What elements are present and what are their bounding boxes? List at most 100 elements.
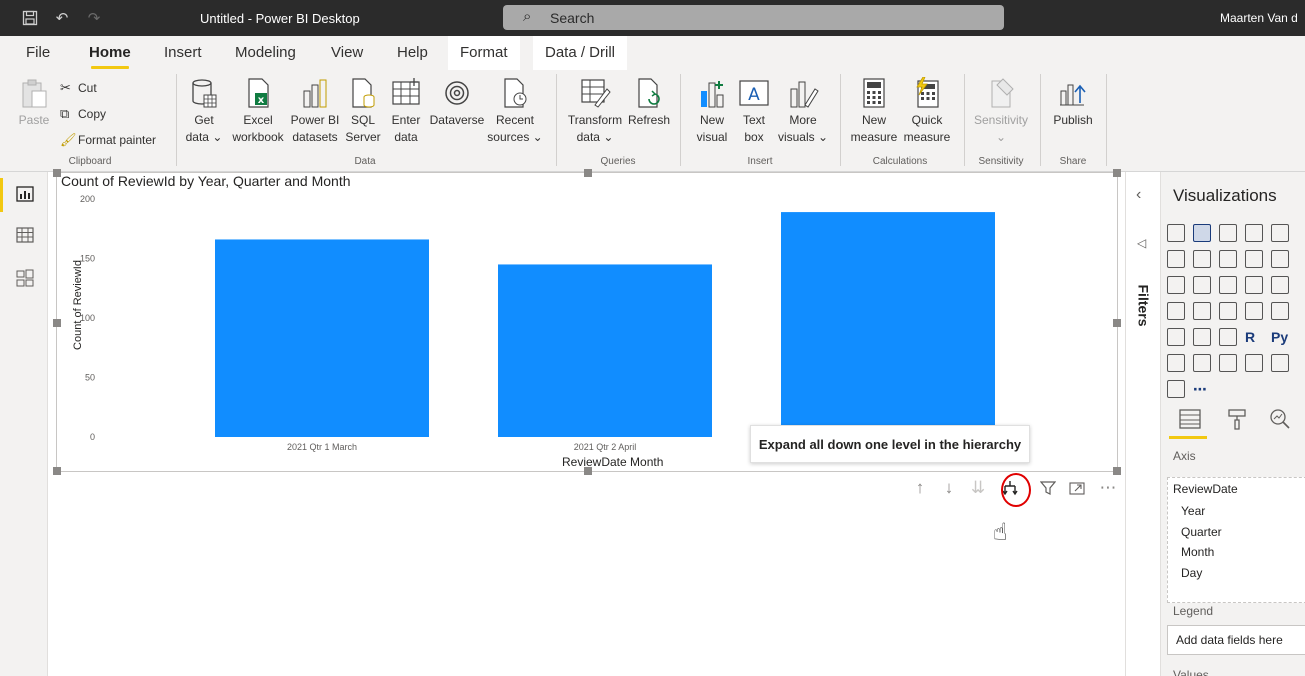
fields-tab-icon[interactable] <box>1179 408 1201 436</box>
search-box[interactable]: ⌕ Search <box>503 5 1004 30</box>
search-placeholder: Search <box>550 10 595 26</box>
dataverse-button[interactable]: Dataverse <box>428 76 486 129</box>
scatter-icon[interactable] <box>1219 276 1237 294</box>
area-chart-icon[interactable] <box>1193 250 1211 268</box>
stacked-bar-icon[interactable] <box>1167 224 1185 242</box>
drill-up-icon[interactable]: ↑ <box>909 477 931 499</box>
kpi-icon[interactable] <box>1167 328 1185 346</box>
visualizations-title: Visualizations <box>1173 186 1277 205</box>
undo-icon[interactable]: ↶ <box>52 8 72 28</box>
more-visuals-button[interactable]: More visuals ⌄ <box>776 76 830 146</box>
more-options-icon[interactable]: ⋯ <box>1097 477 1119 499</box>
report-canvas[interactable]: Count of ReviewId by Year, Quarter and M… <box>48 169 1125 676</box>
tab-view[interactable]: View <box>331 36 363 70</box>
cut-button[interactable]: ✂ Cut <box>60 80 97 96</box>
get-data-button[interactable]: Get data ⌄ <box>184 76 224 146</box>
sql-server-button[interactable]: SQL Server <box>342 76 384 146</box>
tab-help[interactable]: Help <box>397 36 428 70</box>
x-tick-label: 2021 Qtr 1 March <box>287 442 357 452</box>
waterfall-icon[interactable] <box>1193 276 1211 294</box>
axis-field-year[interactable]: Year <box>1181 504 1205 518</box>
100-bar-icon[interactable] <box>1271 224 1289 242</box>
enter-data-button[interactable]: Enter data <box>386 76 426 146</box>
values-section-label: Values <box>1173 668 1209 676</box>
refresh-button[interactable]: Refresh <box>626 76 672 129</box>
gauge-icon[interactable] <box>1219 302 1237 320</box>
axis-field-month[interactable]: Month <box>1181 545 1214 559</box>
drill-down-on-icon[interactable]: ↓ <box>938 477 960 499</box>
matrix-icon[interactable] <box>1219 328 1237 346</box>
sensitivity-button[interactable]: Sensitivity ⌄ <box>970 76 1032 146</box>
analytics-magnifier-icon[interactable] <box>1269 408 1291 436</box>
clustered-column-icon[interactable] <box>1245 224 1263 242</box>
chevron-left-icon[interactable]: ‹ <box>1136 186 1141 204</box>
map-icon[interactable] <box>1193 302 1211 320</box>
go-to-next-level-icon[interactable]: ⇊ <box>967 477 989 499</box>
text-box-icon: A <box>738 76 770 110</box>
copy-button[interactable]: ⧉ Copy <box>60 106 106 122</box>
bar[interactable] <box>215 239 429 437</box>
paginated-icon[interactable] <box>1245 354 1263 372</box>
axis-field-well[interactable]: ReviewDate Year Quarter Month Day <box>1167 477 1305 603</box>
axis-field[interactable]: ReviewDate <box>1173 482 1238 496</box>
bar[interactable] <box>781 212 995 437</box>
save-icon[interactable] <box>20 8 40 28</box>
decomposition-tree-icon[interactable] <box>1167 354 1185 372</box>
tab-home[interactable]: Home <box>89 36 131 70</box>
paste-button[interactable]: Paste <box>16 76 52 129</box>
new-visual-button[interactable]: New visual <box>690 76 734 146</box>
donut-icon[interactable] <box>1271 276 1289 294</box>
format-paint-roller-icon[interactable] <box>1226 408 1248 436</box>
power-automate-icon[interactable] <box>1167 380 1185 398</box>
redo-icon[interactable]: ↷ <box>84 8 104 28</box>
table-visual-icon[interactable] <box>1193 328 1211 346</box>
recent-sources-button[interactable]: Recent sources ⌄ <box>487 76 543 146</box>
multirow-card-icon[interactable] <box>1271 302 1289 320</box>
axis-field-quarter[interactable]: Quarter <box>1181 525 1222 539</box>
line-clustered-icon[interactable] <box>1271 250 1289 268</box>
model-view-icon[interactable] <box>14 267 36 289</box>
filter-icon[interactable] <box>1037 477 1059 499</box>
publish-button[interactable]: Publish <box>1048 76 1098 129</box>
axis-field-day[interactable]: Day <box>1181 566 1202 580</box>
treemap-icon[interactable] <box>1167 302 1185 320</box>
smart-narrative-icon[interactable] <box>1219 354 1237 372</box>
clustered-bar-icon[interactable] <box>1219 224 1237 242</box>
excel-workbook-button[interactable]: x Excel workbook <box>228 76 288 146</box>
group-label-calculations: Calculations <box>872 156 928 167</box>
tab-insert[interactable]: Insert <box>164 36 202 70</box>
legend-drop-zone[interactable]: Add data fields here <box>1167 625 1305 655</box>
new-measure-button[interactable]: New measure <box>848 76 900 146</box>
paste-icon <box>18 76 50 110</box>
tab-file[interactable]: File <box>26 36 50 70</box>
power-apps-icon[interactable] <box>1271 354 1289 372</box>
python-visual-icon[interactable]: Py <box>1271 328 1289 346</box>
filters-pane-collapsed[interactable]: ‹ ◁ Filters <box>1125 172 1160 676</box>
tab-data-drill[interactable]: Data / Drill <box>533 36 628 70</box>
format-painter-button[interactable]: 🖌 Format painter <box>60 132 156 148</box>
focus-mode-icon[interactable] <box>1066 477 1088 499</box>
pie-icon[interactable] <box>1245 276 1263 294</box>
qna-icon[interactable] <box>1193 354 1211 372</box>
line-chart-icon[interactable] <box>1167 250 1185 268</box>
user-name[interactable]: Maarten Van d <box>1220 11 1298 25</box>
report-view-icon[interactable] <box>14 183 36 205</box>
quick-measure-button[interactable]: Quick measure <box>900 76 954 146</box>
stacked-column-icon[interactable] <box>1193 224 1211 242</box>
power-bi-datasets-button[interactable]: Power BI datasets <box>290 76 340 146</box>
tab-format[interactable]: Format <box>448 36 520 70</box>
visualizations-pane: Visualizations R Py ⋯ Axis ReviewDate Year… <box>1160 172 1305 676</box>
more-visuals-ellipsis-icon[interactable]: ⋯ <box>1193 380 1211 398</box>
line-column-icon[interactable] <box>1245 250 1263 268</box>
stacked-area-icon[interactable] <box>1219 250 1237 268</box>
text-box-button[interactable]: A Text box <box>736 76 772 146</box>
tab-modeling[interactable]: Modeling <box>235 36 296 70</box>
y-tick-label: 100 <box>80 313 95 323</box>
bar[interactable] <box>498 264 712 437</box>
ribbon-chart-icon[interactable] <box>1167 276 1185 294</box>
card-icon[interactable] <box>1245 302 1263 320</box>
group-label-insert: Insert <box>747 156 773 167</box>
transform-data-button[interactable]: Transform data ⌄ <box>564 76 626 146</box>
data-view-icon[interactable] <box>14 224 36 246</box>
r-visual-icon[interactable]: R <box>1245 328 1263 346</box>
